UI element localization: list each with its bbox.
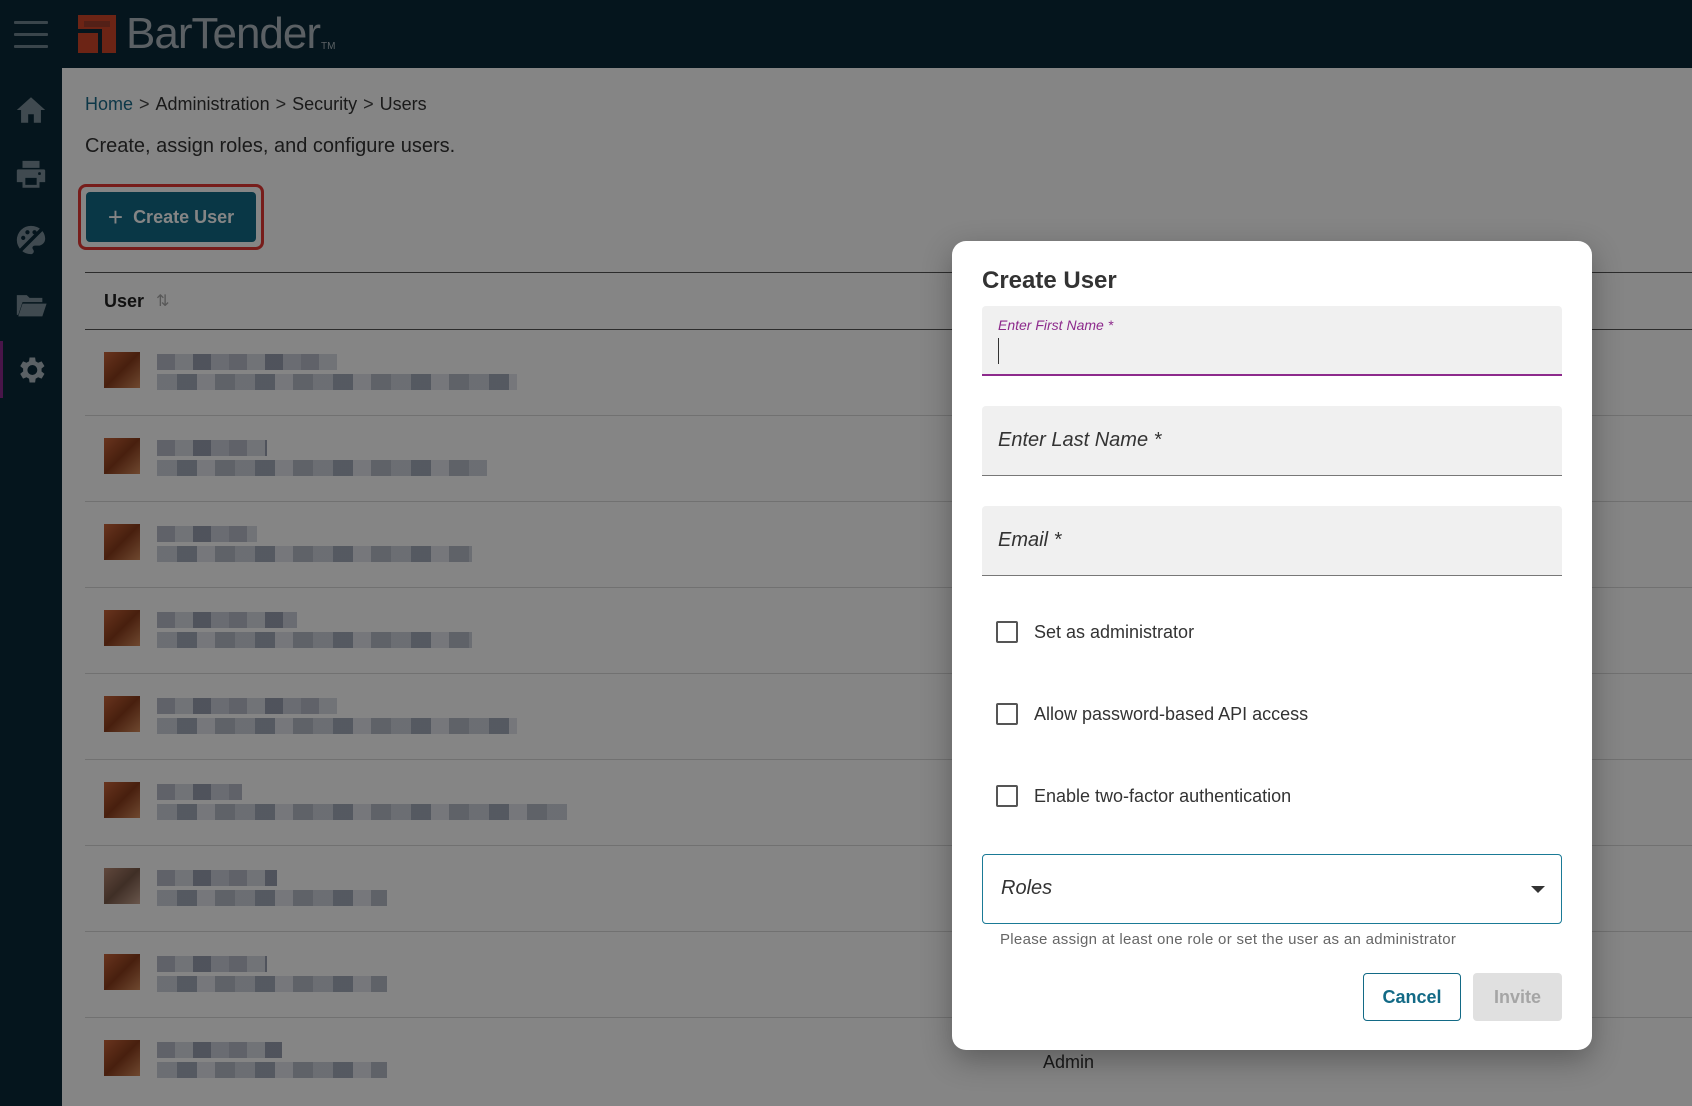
text-cursor <box>998 338 999 364</box>
two-factor-option: Enable two-factor authentication <box>996 785 1291 807</box>
roles-select[interactable]: Roles <box>982 854 1562 924</box>
invite-button[interactable]: Invite <box>1473 973 1562 1021</box>
email-field[interactable]: Email * <box>982 506 1562 576</box>
roles-hint: Please assign at least one role or set t… <box>1000 931 1457 948</box>
set-admin-option: Set as administrator <box>996 621 1194 643</box>
last-name-field[interactable]: Enter Last Name * <box>982 406 1562 476</box>
set-admin-checkbox[interactable] <box>996 621 1018 643</box>
last-name-placeholder: Enter Last Name * <box>998 429 1162 451</box>
create-user-dialog: Create User Enter First Name * Enter Las… <box>952 241 1592 1050</box>
two-factor-checkbox[interactable] <box>996 785 1018 807</box>
api-access-option: Allow password-based API access <box>996 703 1308 725</box>
api-access-checkbox[interactable] <box>996 703 1018 725</box>
dialog-title: Create User <box>982 267 1117 294</box>
first-name-label: Enter First Name * <box>998 317 1114 333</box>
dropdown-arrow-icon <box>1531 886 1545 893</box>
roles-label: Roles <box>1001 877 1053 899</box>
cancel-button[interactable]: Cancel <box>1363 973 1461 1021</box>
two-factor-label[interactable]: Enable two-factor authentication <box>1034 786 1291 807</box>
first-name-field[interactable]: Enter First Name * <box>982 306 1562 376</box>
email-placeholder: Email * <box>998 529 1062 551</box>
api-access-label[interactable]: Allow password-based API access <box>1034 704 1308 725</box>
set-admin-label[interactable]: Set as administrator <box>1034 622 1194 643</box>
